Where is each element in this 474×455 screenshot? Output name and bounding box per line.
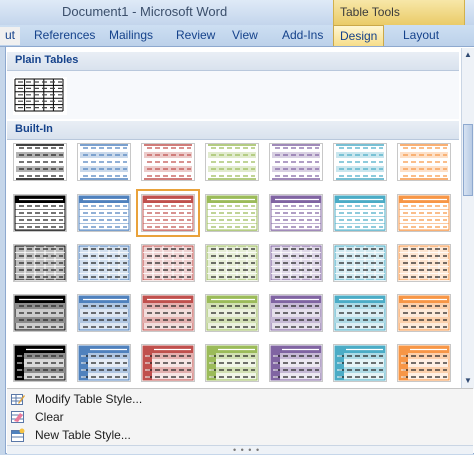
- table-style-swatch[interactable]: [205, 194, 259, 232]
- table-style-swatch[interactable]: [397, 244, 451, 282]
- table-style-swatch[interactable]: [269, 344, 323, 382]
- table-style-swatch[interactable]: [141, 344, 195, 382]
- table-style-swatch[interactable]: [333, 294, 387, 332]
- table-style-swatch[interactable]: [77, 244, 131, 282]
- table-style-swatch[interactable]: [333, 143, 387, 181]
- new-table-style-item[interactable]: New Table Style...: [7, 426, 473, 445]
- new-style-icon: [11, 428, 25, 442]
- table-style-swatch[interactable]: [77, 143, 131, 181]
- table-style-swatch[interactable]: [77, 294, 131, 332]
- table-style-swatch[interactable]: [141, 244, 195, 282]
- gallery-menu: Modify Table Style... Clear New Table St…: [7, 389, 473, 445]
- gallery-scrollbar[interactable]: ▲ ▼: [461, 48, 474, 389]
- table-style-swatch[interactable]: [13, 143, 67, 181]
- tab-view[interactable]: View: [232, 27, 258, 45]
- table-style-swatch[interactable]: [333, 244, 387, 282]
- table-style-swatch[interactable]: [397, 294, 451, 332]
- plain-tables-header: Plain Tables: [7, 52, 459, 71]
- table-style-swatch[interactable]: [13, 244, 67, 282]
- built-in-label: Built-In: [15, 123, 53, 135]
- modify-style-icon: [11, 394, 25, 405]
- window-title: Document1 - Microsoft Word: [62, 4, 228, 19]
- scroll-up-icon[interactable]: ▲: [463, 49, 473, 61]
- scroll-thumb[interactable]: [463, 124, 473, 196]
- clear-item[interactable]: Clear: [7, 408, 473, 427]
- tab-layout[interactable]: Layout: [403, 27, 439, 45]
- tab-design[interactable]: Design: [333, 25, 385, 47]
- table-style-swatch[interactable]: [205, 143, 259, 181]
- table-style-swatch[interactable]: [141, 143, 195, 181]
- table-styles-gallery: Plain Tables Built-In ▲ ▼ Modify Table S…: [5, 46, 474, 455]
- table-style-swatch[interactable]: [13, 344, 67, 382]
- ribbon-tabs: ut References Mailings Review View Add-I…: [0, 25, 474, 47]
- table-style-swatch[interactable]: [13, 294, 67, 332]
- table-style-swatch[interactable]: [205, 344, 259, 382]
- table-style-swatch[interactable]: [269, 194, 323, 232]
- modify-table-style-item[interactable]: Modify Table Style...: [7, 390, 473, 409]
- table-style-swatch[interactable]: [136, 189, 200, 237]
- table-style-swatch[interactable]: [141, 294, 195, 332]
- table-style-swatch[interactable]: [397, 344, 451, 382]
- plain-tables-label: Plain Tables: [15, 54, 79, 66]
- table-style-swatch[interactable]: [77, 344, 131, 382]
- plain-tables-area: [7, 71, 459, 119]
- resize-grip[interactable]: • • • •: [7, 445, 473, 455]
- context-tab-label: Table Tools: [340, 5, 400, 19]
- table-style-swatch[interactable]: [333, 194, 387, 232]
- table-style-swatch[interactable]: [269, 244, 323, 282]
- table-style-swatch[interactable]: [205, 294, 259, 332]
- table-style-swatch[interactable]: [205, 244, 259, 282]
- tab-add-ins[interactable]: Add-Ins: [282, 27, 323, 45]
- table-style-swatch[interactable]: [269, 294, 323, 332]
- table-style-swatch[interactable]: [13, 194, 67, 232]
- table-style-swatch[interactable]: [77, 194, 131, 232]
- title-bar: Document1 - Microsoft Word Table Tools: [0, 0, 474, 25]
- table-style-swatch[interactable]: [269, 143, 323, 181]
- table-style-swatch[interactable]: [397, 143, 451, 181]
- tab-mailings[interactable]: Mailings: [109, 27, 153, 45]
- table-style-swatch[interactable]: [13, 77, 67, 115]
- scroll-down-icon[interactable]: ▼: [463, 375, 473, 387]
- modify-table-style-label: Modify Table Style...: [35, 392, 143, 406]
- clear-label: Clear: [35, 410, 64, 424]
- tab-truncated[interactable]: ut: [0, 27, 21, 45]
- built-in-header: Built-In: [7, 121, 459, 140]
- clear-icon: [11, 411, 24, 423]
- new-table-style-label: New Table Style...: [35, 428, 131, 442]
- tab-review[interactable]: Review: [176, 27, 215, 45]
- table-style-swatch[interactable]: [397, 194, 451, 232]
- table-style-swatch[interactable]: [333, 344, 387, 382]
- tab-references[interactable]: References: [34, 27, 95, 45]
- table-tools-context-tab: Table Tools: [333, 0, 465, 25]
